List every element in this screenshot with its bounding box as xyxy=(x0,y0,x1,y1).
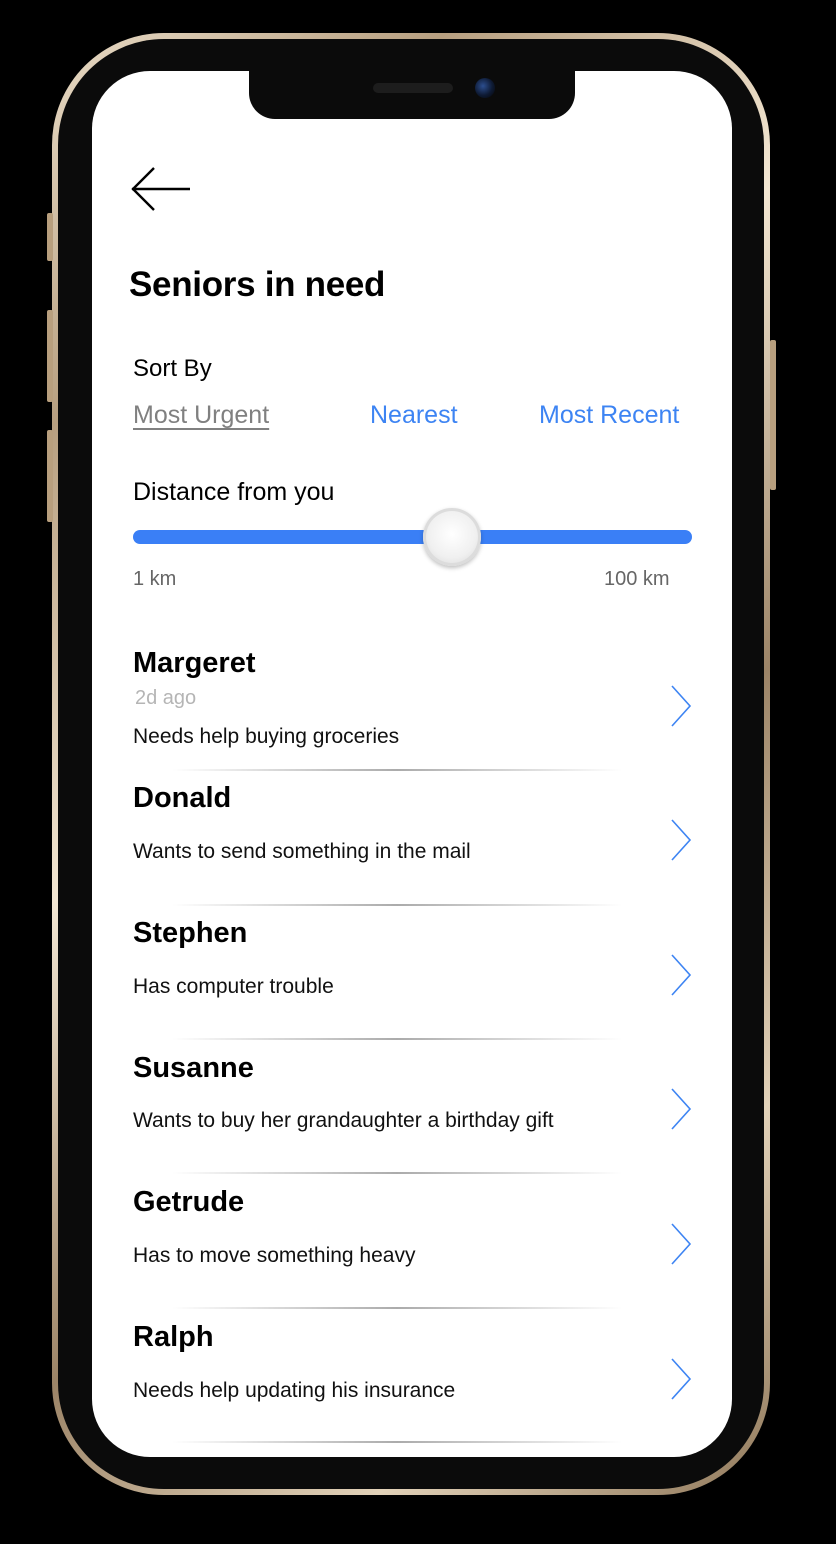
person-name: Stephen xyxy=(133,917,248,949)
list-item-getrude[interactable]: Getrude Has to move something heavy xyxy=(92,1186,732,1320)
person-description: Has to move something heavy xyxy=(133,1244,416,1267)
chevron-right-icon[interactable] xyxy=(670,1223,692,1265)
chevron-right-icon[interactable] xyxy=(670,954,692,996)
chevron-right-icon[interactable] xyxy=(670,685,692,727)
chevron-right-icon[interactable] xyxy=(670,1088,692,1130)
list-item-stephen[interactable]: Stephen Has computer trouble xyxy=(92,917,732,1051)
list-item-donald[interactable]: Donald Wants to send something in the ma… xyxy=(92,782,732,916)
chevron-right-icon[interactable] xyxy=(670,819,692,861)
volume-up-button xyxy=(47,310,53,402)
divider xyxy=(172,769,622,771)
person-name: Ralph xyxy=(133,1321,214,1353)
distance-min-label: 1 km xyxy=(133,568,177,590)
sort-option-nearest[interactable]: Nearest xyxy=(370,401,458,430)
list-item-ralph[interactable]: Ralph Needs help updating his insurance xyxy=(92,1321,732,1455)
person-description: Needs help updating his insurance xyxy=(133,1379,456,1402)
camera xyxy=(475,78,495,98)
person-name: Susanne xyxy=(133,1052,254,1084)
screen: Seniors in need Sort By Most Urgent Near… xyxy=(92,71,732,1457)
list-item-susanne[interactable]: Susanne Wants to buy her grandaughter a … xyxy=(92,1052,732,1186)
person-description: Needs help buying groceries xyxy=(133,725,400,748)
sort-by-label: Sort By xyxy=(133,355,212,382)
mute-switch xyxy=(47,213,53,261)
sort-option-most-recent[interactable]: Most Recent xyxy=(539,401,679,430)
person-name: Margeret xyxy=(133,647,256,679)
power-button xyxy=(770,340,776,490)
person-description: Has computer trouble xyxy=(133,975,334,998)
distance-label: Distance from you xyxy=(133,478,335,506)
divider xyxy=(172,904,622,906)
chevron-right-icon[interactable] xyxy=(670,1358,692,1400)
distance-slider-thumb[interactable] xyxy=(422,508,481,566)
distance-max-label: 100 km xyxy=(604,568,670,590)
person-name: Donald xyxy=(133,782,232,814)
notch xyxy=(249,71,575,119)
person-name: Getrude xyxy=(133,1186,245,1218)
volume-down-button xyxy=(47,430,53,522)
divider xyxy=(172,1307,622,1309)
sort-option-most-urgent[interactable]: Most Urgent xyxy=(133,401,269,430)
page-title: Seniors in need xyxy=(129,265,386,304)
distance-slider-track[interactable] xyxy=(133,530,692,544)
person-description: Wants to buy her grandaughter a birthday… xyxy=(133,1109,554,1132)
list-item-margeret[interactable]: Margeret 2d ago Needs help buying grocer… xyxy=(92,647,732,781)
person-description: Wants to send something in the mail xyxy=(133,840,471,863)
arrow-left-icon[interactable] xyxy=(130,166,192,212)
divider xyxy=(172,1038,622,1040)
divider xyxy=(172,1172,622,1174)
person-time: 2d ago xyxy=(135,687,197,709)
divider xyxy=(172,1441,622,1443)
speaker xyxy=(373,83,453,93)
